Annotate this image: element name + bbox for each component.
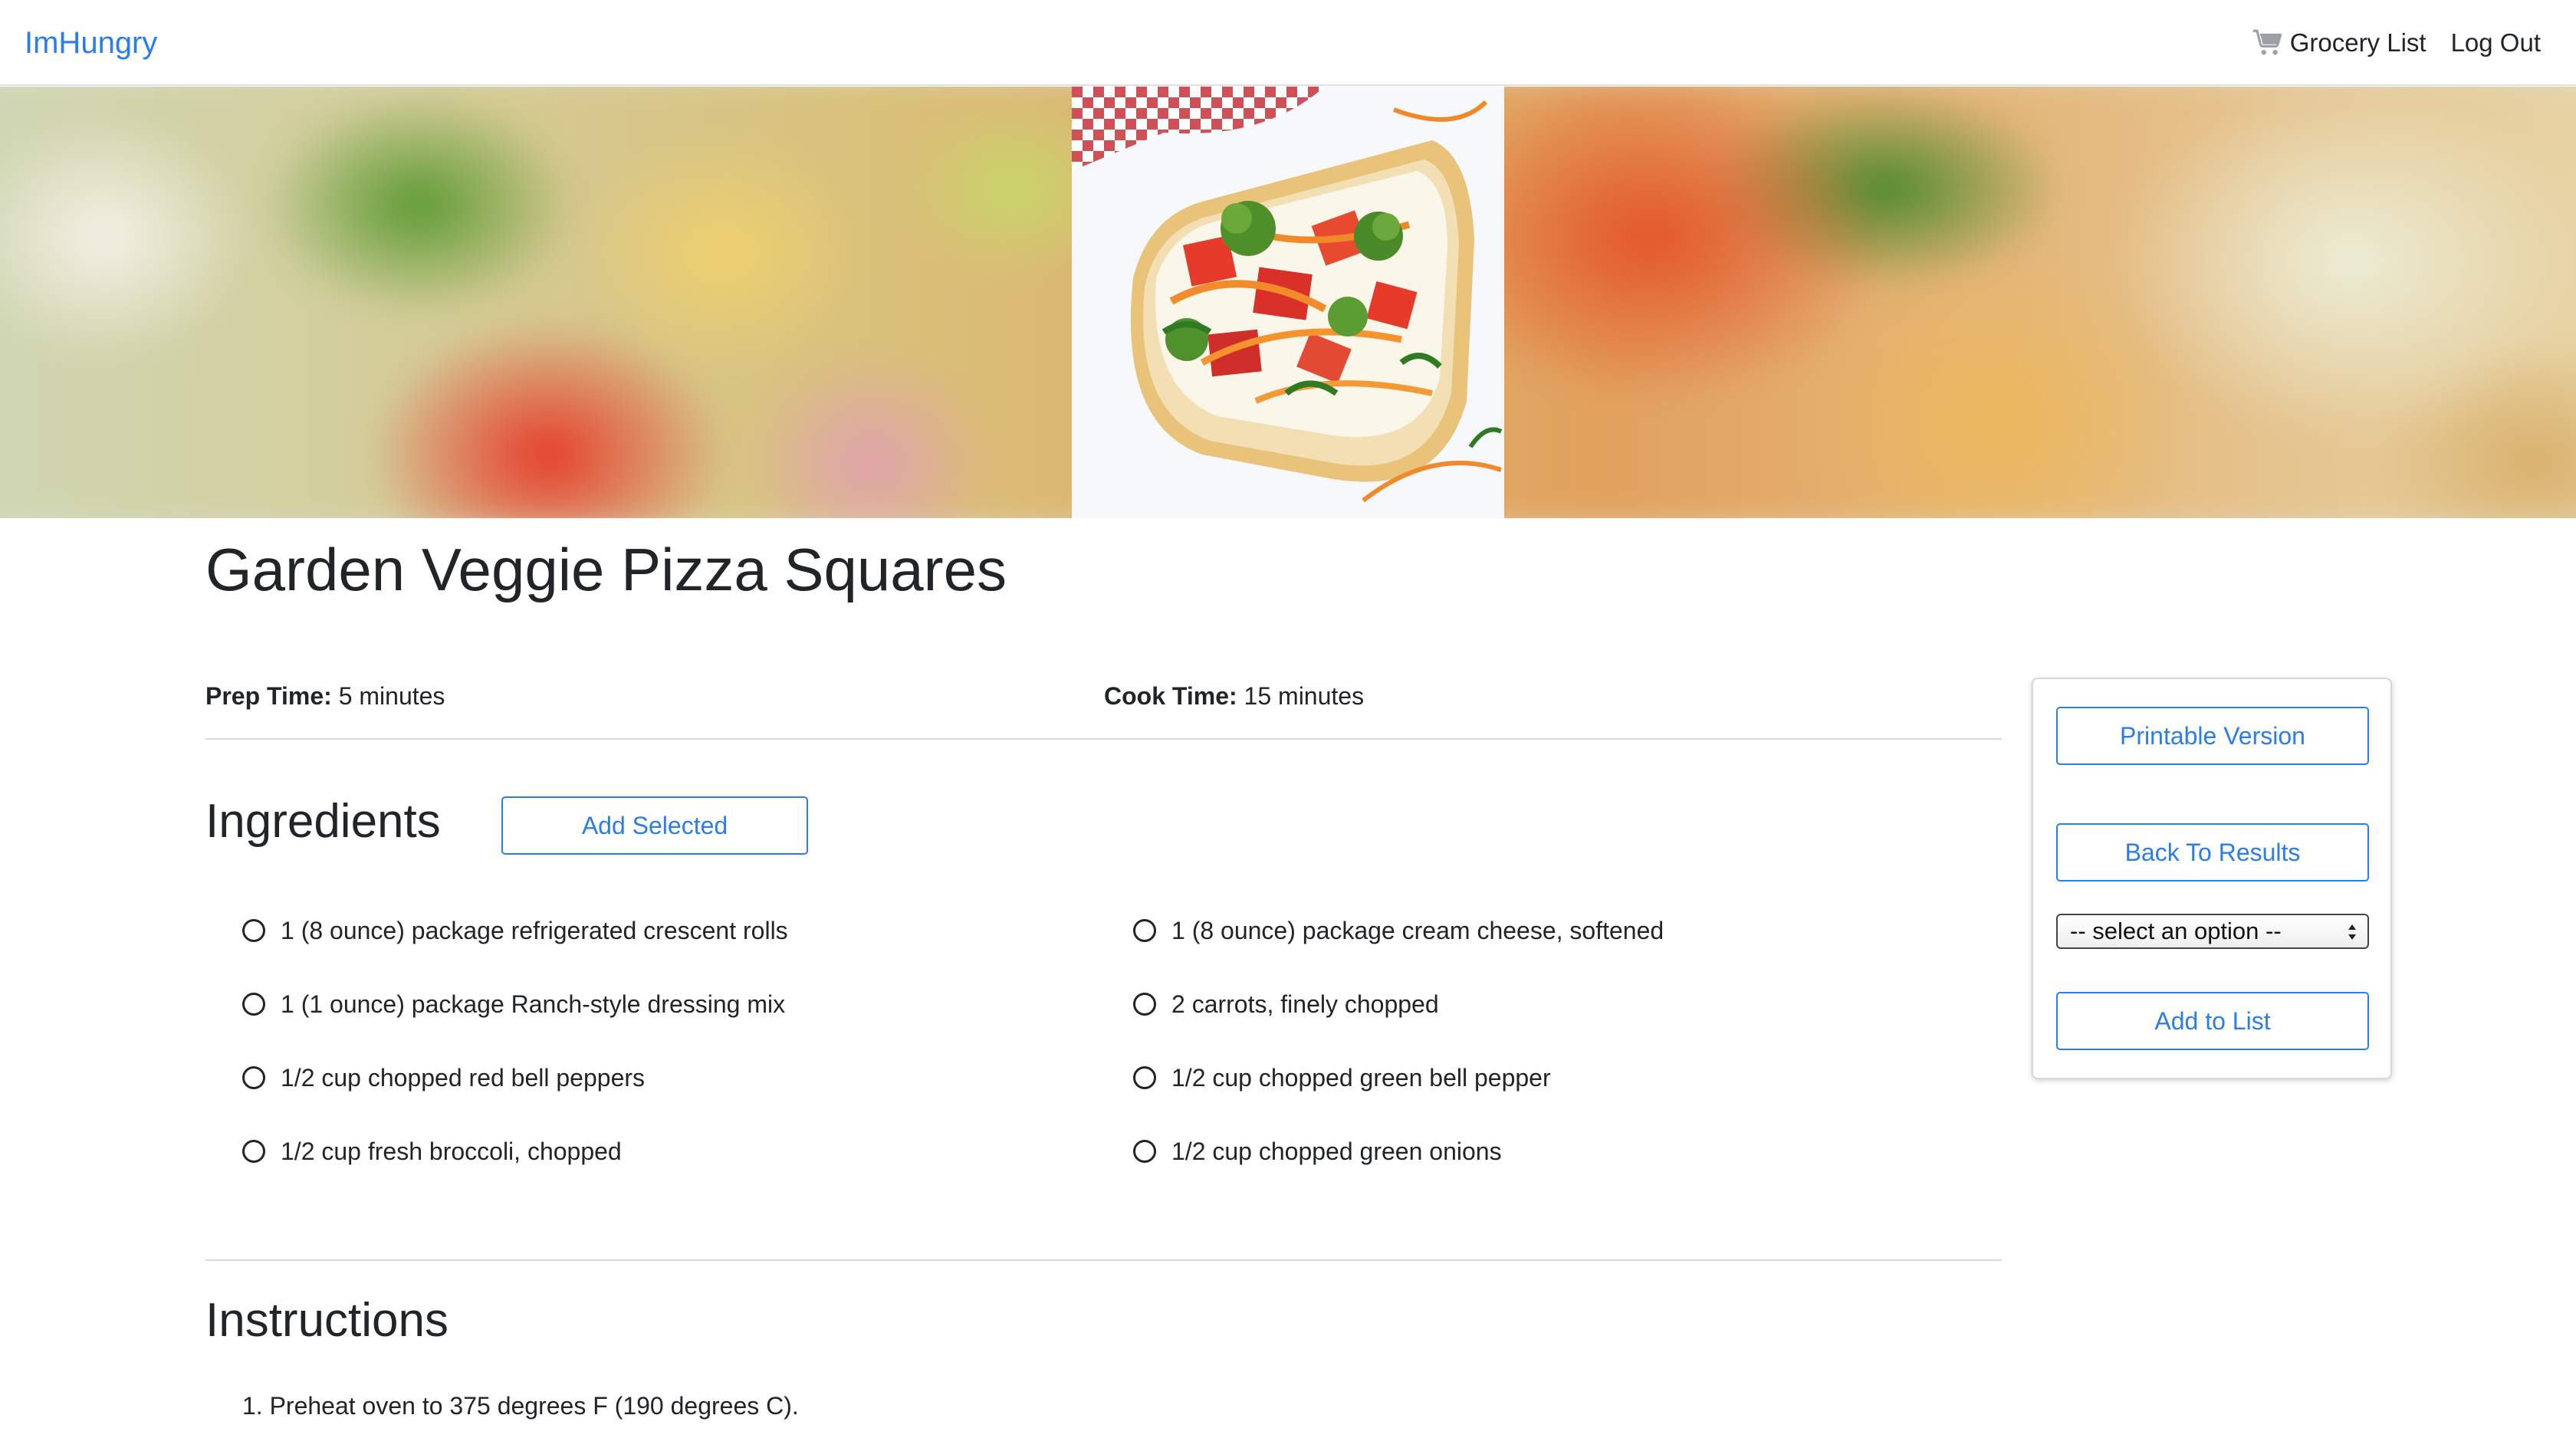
ingredient-item[interactable]: 1 (8 ounce) package cream cheese, soften…: [1133, 912, 1975, 949]
instructions-heading: Instructions: [205, 1294, 449, 1347]
ingredient-text: 1 (8 ounce) package refrigerated crescen…: [281, 916, 788, 944]
ingredient-text: 1/2 cup fresh broccoli, chopped: [281, 1137, 622, 1165]
radio-icon[interactable]: [1133, 1066, 1156, 1089]
list-select[interactable]: -- select an option --: [2056, 914, 2369, 949]
radio-icon[interactable]: [242, 919, 265, 942]
brand-link[interactable]: ImHungry: [25, 21, 157, 64]
ingredient-item[interactable]: 1 (8 ounce) package refrigerated crescen…: [242, 912, 1133, 949]
ingredient-item[interactable]: 2 carrots, finely chopped: [1133, 986, 1975, 1023]
logout-label: Log Out: [2450, 28, 2541, 57]
prep-time-label: Prep Time:: [205, 682, 332, 710]
cart-icon: [2252, 29, 2282, 55]
ingredient-text: 1/2 cup chopped green bell pepper: [1171, 1063, 1551, 1092]
cook-time-label: Cook Time:: [1104, 682, 1237, 710]
ingredient-text: 1 (1 ounce) package Ranch-style dressing…: [281, 990, 786, 1018]
hero-banner: [0, 87, 2576, 518]
prep-time: Prep Time: 5 minutes: [205, 678, 445, 714]
cook-time: Cook Time: 15 minutes: [1104, 678, 1364, 714]
ingredient-item[interactable]: 1/2 cup fresh broccoli, chopped: [242, 1133, 1133, 1170]
recipe-title: Garden Veggie Pizza Squares: [205, 536, 1007, 603]
navbar: ImHungry Grocery List Log Out: [0, 0, 2576, 86]
logout-link[interactable]: Log Out: [2451, 28, 2541, 57]
radio-icon[interactable]: [1133, 993, 1156, 1016]
radio-icon[interactable]: [242, 1140, 265, 1163]
ingredient-text: 1/2 cup chopped green onions: [1171, 1137, 1502, 1165]
pizza-illustration: [1072, 87, 1503, 503]
list-select-value: -- select an option --: [2070, 918, 2282, 944]
radio-icon[interactable]: [1133, 1140, 1156, 1163]
ingredient-text: 1/2 cup chopped red bell peppers: [281, 1063, 646, 1092]
radio-icon[interactable]: [242, 1066, 265, 1089]
recipe-photo: [1072, 87, 1504, 518]
ingredient-item[interactable]: 1/2 cup chopped green bell pepper: [1133, 1059, 1975, 1096]
grocery-list-link[interactable]: Grocery List: [2252, 27, 2426, 59]
ingredient-item[interactable]: 1 (1 ounce) package Ranch-style dressing…: [242, 986, 1133, 1023]
radio-icon[interactable]: [242, 993, 265, 1016]
ingredient-text: 1 (8 ounce) package cream cheese, soften…: [1171, 916, 1664, 944]
ingredient-text: 2 carrots, finely chopped: [1171, 990, 1439, 1018]
ingredients-heading: Ingredients: [205, 795, 441, 848]
prep-time-value: 5 minutes: [338, 682, 445, 710]
instruction-list: 1. Preheat oven to 375 degrees F (190 de…: [242, 1387, 799, 1424]
ingredient-list: 1 (8 ounce) package refrigerated crescen…: [242, 912, 1975, 1170]
divider-top: [205, 738, 2002, 740]
add-selected-button[interactable]: Add Selected: [501, 796, 808, 855]
action-card: Printable Version Back To Results -- sel…: [2032, 678, 2392, 1079]
divider-bottom: [205, 1259, 2002, 1261]
select-arrows-icon: [2348, 924, 2356, 940]
instruction-step: 1. Preheat oven to 375 degrees F (190 de…: [242, 1392, 799, 1420]
add-to-list-button[interactable]: Add to List: [2056, 992, 2369, 1050]
ingredient-item[interactable]: 1/2 cup chopped green onions: [1133, 1133, 1975, 1170]
printable-version-button[interactable]: Printable Version: [2056, 707, 2369, 765]
radio-icon[interactable]: [1133, 919, 1156, 942]
ingredient-item[interactable]: 1/2 cup chopped red bell peppers: [242, 1059, 1133, 1096]
cook-time-value: 15 minutes: [1244, 682, 1365, 710]
grocery-list-label: Grocery List: [2289, 28, 2426, 57]
back-to-results-button[interactable]: Back To Results: [2056, 823, 2369, 882]
nav-links: Grocery List Log Out: [2252, 21, 2541, 64]
